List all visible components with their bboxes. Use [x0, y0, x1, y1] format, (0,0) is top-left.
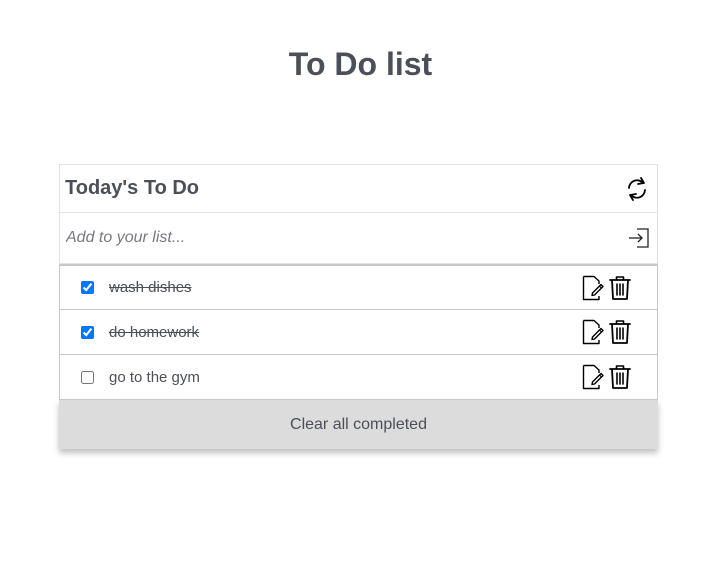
trash-icon[interactable]	[608, 363, 632, 391]
task-actions	[581, 274, 632, 302]
edit-icon[interactable]	[581, 318, 605, 346]
task-item: go to the gym	[59, 354, 658, 400]
clear-completed-button[interactable]: Clear all completed	[59, 400, 658, 449]
edit-icon[interactable]	[581, 274, 605, 302]
task-label: wash dishes	[109, 279, 192, 296]
card-title: Today's To Do	[65, 177, 200, 199]
trash-icon[interactable]	[608, 274, 632, 302]
task-actions	[581, 318, 632, 346]
refresh-icon[interactable]	[621, 173, 653, 205]
page-title: To Do list	[288, 46, 433, 82]
task-label: do homework	[109, 323, 200, 341]
task-item: wash dishes	[59, 264, 658, 310]
card-header: Today's To Do	[59, 164, 658, 213]
add-task-row	[59, 213, 658, 264]
task-checkbox[interactable]	[81, 370, 94, 384]
task-label: go to the gym	[109, 368, 200, 386]
trash-icon[interactable]	[608, 318, 632, 346]
todo-card: Today's To Do wash dishes	[59, 164, 658, 449]
task-checkbox[interactable]	[81, 281, 94, 294]
enter-icon[interactable]	[627, 226, 651, 250]
task-item: do homework	[59, 309, 658, 355]
task-checkbox[interactable]	[81, 325, 94, 339]
add-task-input[interactable]	[64, 228, 568, 248]
task-actions	[581, 363, 632, 391]
task-list: wash dishes do homework go to the gym	[59, 264, 658, 400]
edit-icon[interactable]	[581, 363, 605, 391]
